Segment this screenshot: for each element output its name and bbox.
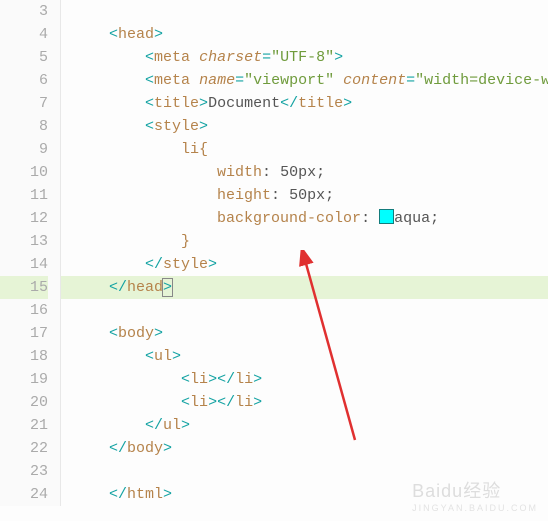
code-line: </style> — [61, 253, 548, 276]
code-line — [61, 460, 548, 483]
code-line: </html> — [61, 483, 548, 506]
code-line: <meta name="viewport" content="width=dev… — [61, 69, 548, 92]
code-line-active: </head> — [61, 276, 548, 299]
code-line: <ul> — [61, 345, 548, 368]
code-line: <style> — [61, 115, 548, 138]
code-line: <title>Document</title> — [61, 92, 548, 115]
code-line: width: 50px; — [61, 161, 548, 184]
code-line: <li></li> — [61, 368, 548, 391]
code-editor: 3456789101112131415161718192021222324 <h… — [0, 0, 548, 506]
code-line — [61, 299, 548, 322]
code-line: </body> — [61, 437, 548, 460]
code-line: <li></li> — [61, 391, 548, 414]
color-swatch-icon — [379, 209, 394, 224]
code-line — [61, 0, 548, 23]
code-line: li{ — [61, 138, 548, 161]
code-line: <head> — [61, 23, 548, 46]
code-line: <body> — [61, 322, 548, 345]
code-area[interactable]: <head> <meta charset="UTF-8"> <meta name… — [61, 0, 548, 506]
code-line: } — [61, 230, 548, 253]
code-line: </ul> — [61, 414, 548, 437]
code-line: background-color: aqua; — [61, 207, 548, 230]
line-number-gutter: 3456789101112131415161718192021222324 — [0, 0, 61, 506]
code-line: <meta charset="UTF-8"> — [61, 46, 548, 69]
code-line: height: 50px; — [61, 184, 548, 207]
